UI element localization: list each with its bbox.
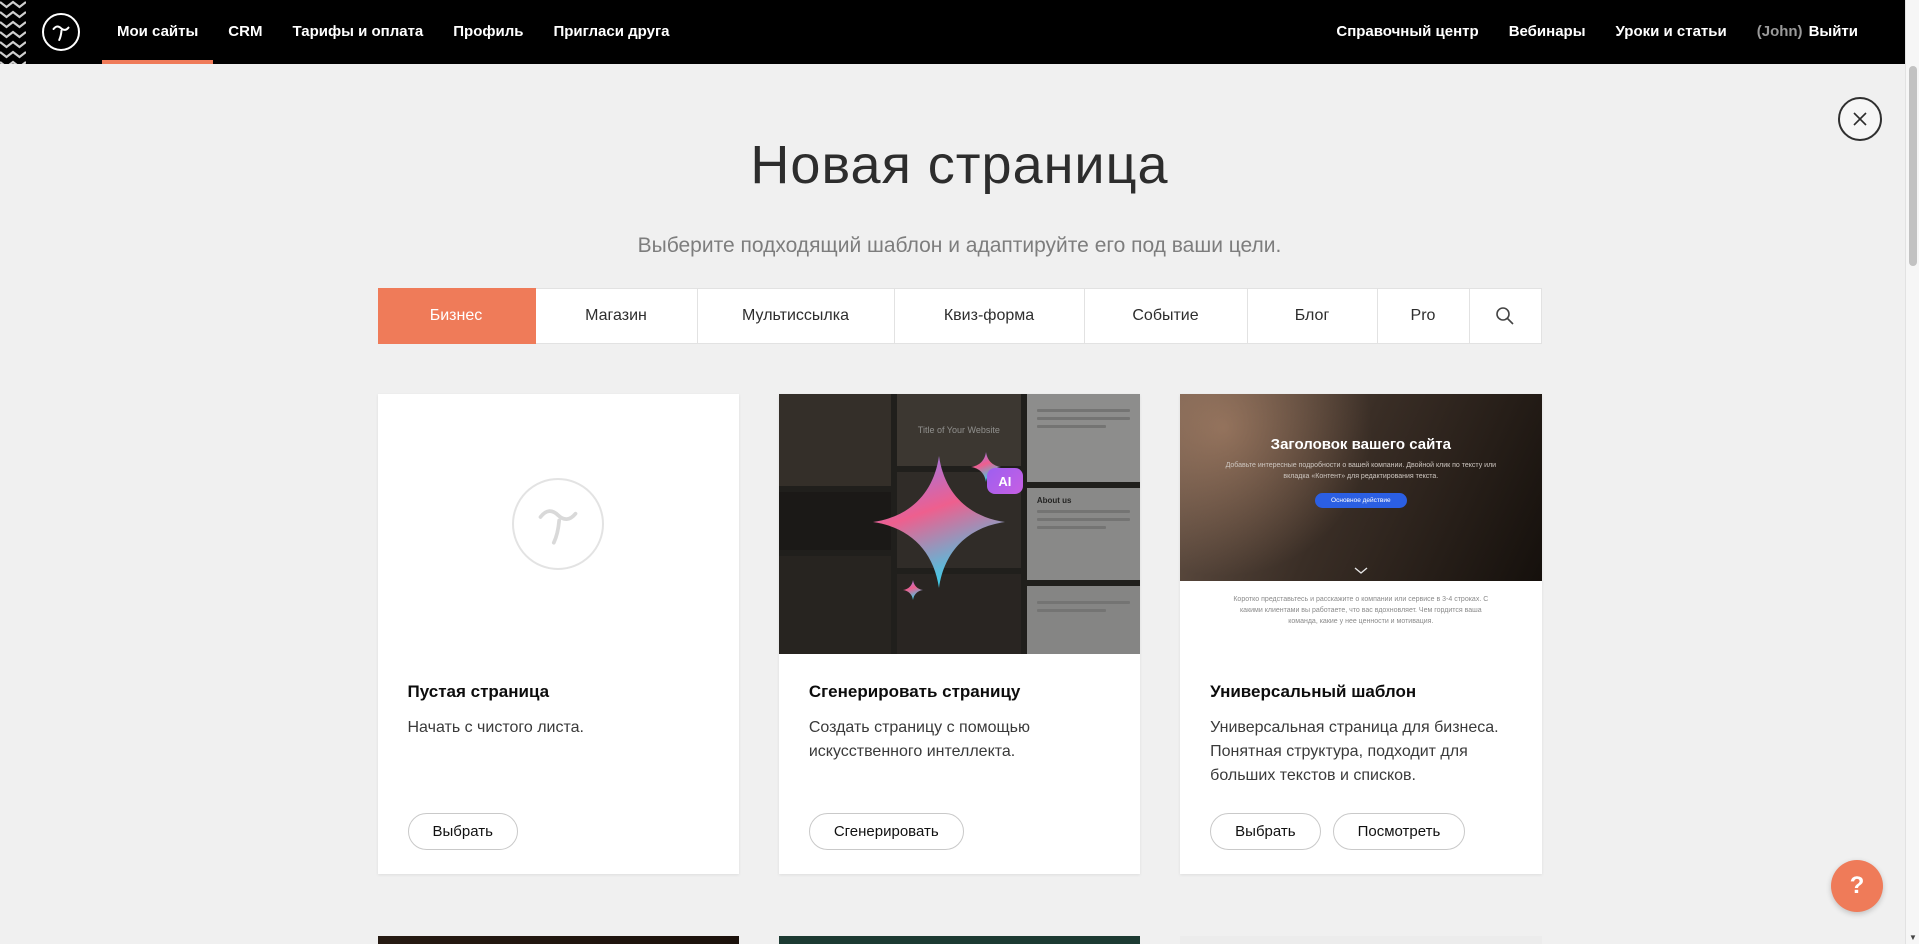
ai-badge: AI — [987, 468, 1023, 494]
preview-body: Коротко представьтесь и расскажите о ком… — [1180, 581, 1541, 654]
card-actions: Сгенерировать — [809, 813, 1110, 850]
preview-hero-subtitle: Добавьте интересные подробности о вашей … — [1216, 461, 1505, 483]
page-subtitle: Выберите подходящий шаблон и адаптируйте… — [0, 234, 1919, 258]
search-icon — [1494, 305, 1516, 327]
scrollbar-thumb[interactable] — [1909, 66, 1917, 266]
nav-item-help-center[interactable]: Справочный центр — [1321, 0, 1493, 64]
navbar-right-menu: Справочный центр Вебинары Уроки и статьи… — [1321, 0, 1873, 64]
vertical-scrollbar[interactable]: ▼ — [1905, 0, 1919, 944]
generate-button[interactable]: Сгенерировать — [809, 813, 964, 850]
tilda-watermark — [512, 478, 604, 570]
preview-hero-title: Заголовок вашего сайта — [1271, 436, 1451, 453]
template-card-ai-generate[interactable]: Title of Your Website About us — [779, 394, 1140, 874]
card-body: Пустая страница Начать с чистого листа. … — [378, 654, 739, 874]
tab-pro[interactable]: Pro — [1378, 289, 1470, 343]
template-card-partial[interactable] — [1180, 936, 1541, 944]
preview-body-text: Коротко представьтесь и расскажите о ком… — [1227, 595, 1494, 654]
nav-item-crm[interactable]: CRM — [213, 0, 277, 64]
nav-item-invite-friend[interactable]: Пригласи друга — [538, 0, 684, 64]
tilda-logo-icon — [49, 20, 73, 44]
template-card-partial[interactable] — [779, 936, 1140, 944]
template-card-partial[interactable] — [378, 936, 739, 944]
card-description: Начать с чистого листа. — [408, 716, 709, 740]
nav-item-lessons[interactable]: Уроки и статьи — [1601, 0, 1742, 64]
universal-template-preview: Заголовок вашего сайта Добавьте интересн… — [1180, 394, 1541, 654]
close-button[interactable] — [1838, 97, 1882, 141]
template-grid: Пустая страница Начать с чистого листа. … — [378, 394, 1542, 874]
card-body: Универсальный шаблон Универсальная стран… — [1180, 654, 1541, 874]
choose-button[interactable]: Выбрать — [1210, 813, 1320, 850]
choose-button[interactable]: Выбрать — [408, 813, 518, 850]
tab-event[interactable]: Событие — [1085, 289, 1248, 343]
tab-quiz-form[interactable]: Квиз-форма — [895, 289, 1085, 343]
tilda-logo[interactable] — [42, 13, 80, 51]
tab-shop[interactable]: Магазин — [536, 289, 698, 343]
card-description: Универсальная страница для бизнеса. Поня… — [1210, 716, 1511, 788]
top-navbar: Мои сайты CRM Тарифы и оплата Профиль Пр… — [0, 0, 1919, 64]
blank-template-preview — [378, 394, 739, 654]
zigzag-decoration — [0, 0, 26, 64]
card-title: Универсальный шаблон — [1210, 682, 1511, 702]
tab-search[interactable] — [1470, 289, 1541, 343]
card-description: Создать страницу с помощью искусственног… — [809, 716, 1110, 764]
nav-item-profile[interactable]: Профиль — [438, 0, 538, 64]
card-title: Пустая страница — [408, 682, 709, 702]
new-page-dialog: Новая страница Выберите подходящий шабло… — [0, 64, 1919, 944]
page-title: Новая страница — [0, 64, 1919, 196]
close-icon — [1851, 110, 1869, 128]
ai-sparkle-small-icon — [903, 580, 923, 600]
tab-multilink[interactable]: Мультиссылка — [698, 289, 895, 343]
card-actions: Выбрать — [408, 813, 709, 850]
navbar-left-menu: Мои сайты CRM Тарифы и оплата Профиль Пр… — [102, 0, 685, 64]
ai-template-preview: Title of Your Website About us — [779, 394, 1140, 654]
card-body: Сгенерировать страницу Создать страницу … — [779, 654, 1140, 874]
user-name: (John) — [1757, 23, 1803, 40]
tab-business[interactable]: Бизнес — [378, 288, 536, 344]
tab-blog[interactable]: Блог — [1248, 289, 1378, 343]
help-button[interactable]: ? — [1831, 860, 1883, 912]
logout-label: Выйти — [1809, 23, 1858, 40]
template-category-tabs: Бизнес Магазин Мультиссылка Квиз-форма С… — [378, 288, 1542, 344]
preview-cta-button: Основное действие — [1315, 493, 1407, 508]
nav-item-tariffs[interactable]: Тарифы и оплата — [277, 0, 438, 64]
view-button[interactable]: Посмотреть — [1333, 813, 1466, 850]
template-card-blank[interactable]: Пустая страница Начать с чистого листа. … — [378, 394, 739, 874]
scrollbar-down-arrow[interactable]: ▼ — [1906, 933, 1919, 942]
nav-user-logout[interactable]: (John) Выйти — [1742, 0, 1873, 64]
card-actions: Выбрать Посмотреть — [1210, 813, 1511, 850]
question-icon: ? — [1850, 872, 1865, 900]
card-title: Сгенерировать страницу — [809, 682, 1110, 702]
nav-item-webinars[interactable]: Вебинары — [1494, 0, 1601, 64]
preview-hero: Заголовок вашего сайта Добавьте интересн… — [1180, 394, 1541, 581]
chevron-down-icon — [1353, 566, 1369, 575]
template-grid-row2 — [378, 936, 1542, 944]
nav-item-my-sites[interactable]: Мои сайты — [102, 0, 213, 64]
tilda-watermark-icon — [530, 496, 586, 552]
template-card-universal[interactable]: Заголовок вашего сайта Добавьте интересн… — [1180, 394, 1541, 874]
